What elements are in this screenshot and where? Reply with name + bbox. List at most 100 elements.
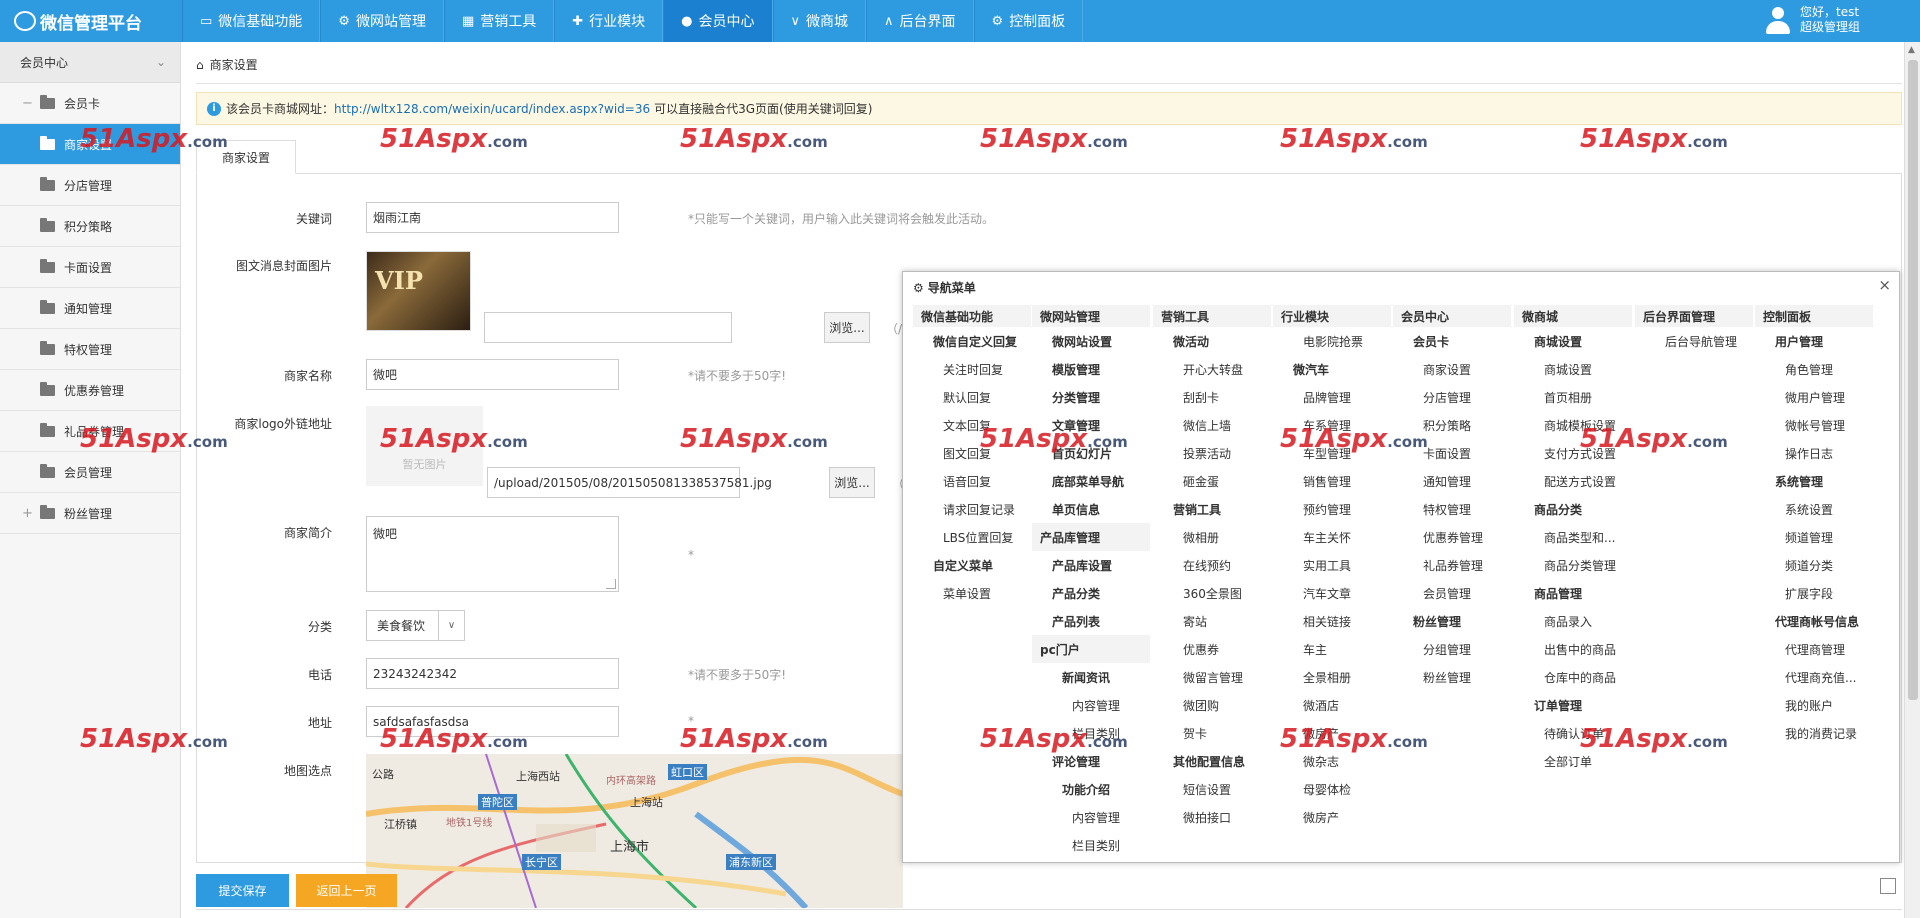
popup-menu-item[interactable]: 通知管理 xyxy=(1393,467,1511,495)
popup-menu-item[interactable]: 商家设置 xyxy=(1393,355,1511,383)
popup-menu-item[interactable]: 相关链接 xyxy=(1273,607,1391,635)
popup-menu-item[interactable]: 品牌管理 xyxy=(1273,383,1391,411)
popup-menu-item[interactable]: 新闻资讯 xyxy=(1032,663,1150,691)
popup-menu-item[interactable]: 优惠券 xyxy=(1153,635,1271,663)
popup-menu-item[interactable]: 自定义菜单 xyxy=(913,551,1031,579)
logo-url-input[interactable]: /upload/201505/08/201505081338537581.jpg xyxy=(487,467,772,498)
popup-column-header[interactable]: 行业模块 xyxy=(1273,305,1391,327)
popup-menu-item[interactable]: 代理商管理 xyxy=(1755,635,1873,663)
popup-menu-item[interactable]: 后台导航管理 xyxy=(1635,327,1753,355)
popup-menu-item[interactable]: 扩展字段 xyxy=(1755,579,1873,607)
popup-menu-item[interactable]: 优惠券管理 xyxy=(1393,523,1511,551)
popup-menu-item[interactable]: 请求回复记录 xyxy=(913,495,1031,523)
popup-menu-item[interactable]: 微信自定义回复 xyxy=(913,327,1031,355)
popup-menu-item[interactable]: 底部菜单导航 xyxy=(1032,467,1150,495)
nav-industry[interactable]: ✚ 行业模块 xyxy=(554,0,664,42)
popup-menu-item[interactable]: 系统管理 xyxy=(1755,467,1873,495)
sidebar-item-gift[interactable]: 礼品券管理 xyxy=(0,411,180,452)
popup-menu-item[interactable]: 微房产 xyxy=(1273,719,1391,747)
popup-menu-item[interactable]: 短信设置 xyxy=(1153,775,1271,803)
sidebar-group-fans[interactable]: + 粉丝管理 xyxy=(0,493,180,534)
popup-menu-item[interactable]: 营销工具 xyxy=(1153,495,1271,523)
popup-menu-item[interactable]: 模版管理 xyxy=(1032,355,1150,383)
popup-menu-item[interactable]: 全景相册 xyxy=(1273,663,1391,691)
popup-menu-item[interactable]: 微帐号管理 xyxy=(1755,411,1873,439)
sidebar-item-notice[interactable]: 通知管理 xyxy=(0,288,180,329)
map-picker[interactable]: 公路 上海西站 内环高架路 虹口区 普陀区 上海站 地铁1号线 江桥镇 上海市 … xyxy=(366,754,903,908)
popup-menu-item[interactable]: 分组管理 xyxy=(1393,635,1511,663)
popup-menu-item[interactable]: pc门户 xyxy=(1032,635,1150,663)
vertical-scrollbar[interactable]: ▲ xyxy=(1904,42,1920,918)
popup-menu-item[interactable]: 车系管理 xyxy=(1273,411,1391,439)
popup-menu-item[interactable]: 特权管理 xyxy=(1393,495,1511,523)
popup-menu-item[interactable]: 产品列表 xyxy=(1032,607,1150,635)
popup-menu-item[interactable]: 系统设置 xyxy=(1755,495,1873,523)
popup-menu-item[interactable]: 微活动 xyxy=(1153,327,1271,355)
popup-menu-item[interactable]: 内容管理 xyxy=(1032,691,1150,719)
expand-corner-icon[interactable] xyxy=(1880,878,1896,894)
popup-menu-item[interactable]: 产品分类 xyxy=(1032,579,1150,607)
popup-menu-item[interactable]: 商品分类管理 xyxy=(1514,551,1632,579)
popup-menu-item[interactable]: 频道分类 xyxy=(1755,551,1873,579)
popup-menu-item[interactable]: 电影院抢票 xyxy=(1273,327,1391,355)
popup-menu-item[interactable]: 寄站 xyxy=(1153,607,1271,635)
popup-menu-item[interactable]: 卡面设置 xyxy=(1393,439,1511,467)
popup-menu-item[interactable]: 代理商充值... xyxy=(1755,663,1873,691)
popup-menu-item[interactable]: 母婴体检 xyxy=(1273,775,1391,803)
popup-menu-item[interactable]: 全部订单 xyxy=(1514,747,1632,775)
popup-menu-item[interactable]: 待确认订单 xyxy=(1514,719,1632,747)
user-menu[interactable]: 您好，test 超级管理组 xyxy=(1764,5,1860,35)
popup-menu-item[interactable]: 产品库管理 xyxy=(1032,523,1150,551)
popup-menu-item[interactable]: 订单管理 xyxy=(1514,691,1632,719)
popup-menu-item[interactable]: 砸金蛋 xyxy=(1153,467,1271,495)
popup-menu-item[interactable]: 微团购 xyxy=(1153,691,1271,719)
popup-menu-item[interactable]: 图文回复 xyxy=(913,439,1031,467)
tab-merchant-settings[interactable]: 商家设置 xyxy=(196,140,296,174)
popup-menu-item[interactable]: 微用户管理 xyxy=(1755,383,1873,411)
popup-menu-item[interactable]: 文本回复 xyxy=(913,411,1031,439)
popup-menu-item[interactable]: 礼品券管理 xyxy=(1393,551,1511,579)
scrollbar-thumb[interactable] xyxy=(1908,60,1918,700)
nav-micro-site[interactable]: ⚙ 微网站管理 xyxy=(320,0,444,42)
back-button[interactable]: 返回上一页 xyxy=(296,874,397,907)
popup-menu-item[interactable]: 频道管理 xyxy=(1755,523,1873,551)
popup-menu-item[interactable]: 操作日志 xyxy=(1755,439,1873,467)
popup-menu-item[interactable]: 预约管理 xyxy=(1273,495,1391,523)
popup-menu-item[interactable]: 商品管理 xyxy=(1514,579,1632,607)
popup-menu-item[interactable]: 出售中的商品 xyxy=(1514,635,1632,663)
popup-column-header[interactable]: 控制面板 xyxy=(1755,305,1873,327)
phone-input[interactable]: 23243242342 xyxy=(366,658,619,689)
sidebar-item-branch[interactable]: 分店管理 xyxy=(0,165,180,206)
popup-menu-item[interactable]: 微网站设置 xyxy=(1032,327,1150,355)
nav-member-center[interactable]: ● 会员中心 xyxy=(663,0,773,42)
popup-menu-item[interactable]: 我的账户 xyxy=(1755,691,1873,719)
popup-menu-item[interactable]: 支付方式设置 xyxy=(1514,439,1632,467)
popup-column-header[interactable]: 微商城 xyxy=(1514,305,1632,327)
popup-menu-item[interactable]: 栏目类别 xyxy=(1032,831,1150,859)
sidebar-group-member-card[interactable]: − 会员卡 xyxy=(0,83,180,124)
sidebar-header[interactable]: 会员中心 ⌄ xyxy=(0,42,180,83)
popup-menu-item[interactable]: 配送方式设置 xyxy=(1514,467,1632,495)
logo-browse-button[interactable]: 浏览... xyxy=(829,467,875,498)
sidebar-item-coupon[interactable]: 优惠券管理 xyxy=(0,370,180,411)
popup-menu-item[interactable]: 车型管理 xyxy=(1273,439,1391,467)
popup-menu-item[interactable]: 关注时回复 xyxy=(913,355,1031,383)
intro-textarea[interactable]: 微吧 xyxy=(366,516,619,592)
popup-menu-item[interactable]: 微信上墙 xyxy=(1153,411,1271,439)
popup-menu-item[interactable]: 微留言管理 xyxy=(1153,663,1271,691)
popup-menu-item[interactable]: 商城设置 xyxy=(1514,327,1632,355)
popup-menu-item[interactable]: 评论管理 xyxy=(1032,747,1150,775)
nav-marketing[interactable]: ▦ 营销工具 xyxy=(443,0,555,42)
popup-menu-item[interactable]: 微房产 xyxy=(1273,803,1391,831)
popup-menu-item[interactable]: 首页相册 xyxy=(1514,383,1632,411)
popup-column-header[interactable]: 会员中心 xyxy=(1393,305,1511,327)
popup-menu-item[interactable]: 语音回复 xyxy=(913,467,1031,495)
popup-menu-item[interactable]: 功能介绍 xyxy=(1032,775,1150,803)
popup-menu-item[interactable]: 实用工具 xyxy=(1273,551,1391,579)
popup-menu-item[interactable]: 微汽车 xyxy=(1273,355,1391,383)
popup-menu-item[interactable]: 默认回复 xyxy=(913,383,1031,411)
keyword-input[interactable]: 烟雨江南 xyxy=(366,202,619,233)
cover-path-input[interactable] xyxy=(484,312,732,343)
popup-menu-item[interactable]: 分类管理 xyxy=(1032,383,1150,411)
popup-column-header[interactable]: 微信基础功能 xyxy=(913,305,1031,327)
